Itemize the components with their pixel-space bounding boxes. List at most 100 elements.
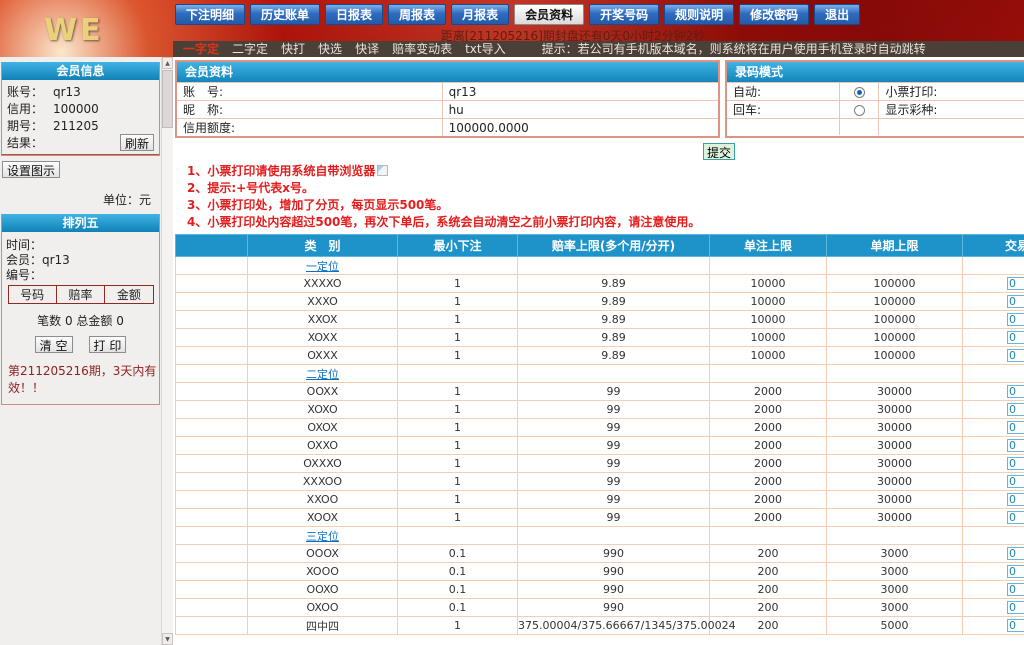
submenu-item[interactable]: 一字定 [183, 41, 219, 57]
odds-row: XOOO0.19902003000 [176, 563, 1024, 581]
odds-bet-limit: 2000 [710, 491, 827, 509]
odds-max-odds: 9.89 [518, 347, 710, 365]
odds-row: OXOO0.19902003000 [176, 599, 1024, 617]
top-nav-button[interactable]: 周报表 [388, 4, 446, 25]
submenu-item[interactable]: 快译 [355, 41, 379, 57]
rebate-input[interactable] [1007, 565, 1024, 578]
scroll-down-icon[interactable]: ▼ [162, 633, 173, 645]
profile-value: qr13 [442, 83, 718, 101]
rebate-input[interactable] [1007, 385, 1024, 398]
submenu-item[interactable]: 快打 [281, 41, 305, 57]
sidebar-scrollbar[interactable]: ▲ ▼ [161, 57, 173, 645]
notice-line: 4、小票打印处内容超过500笔，再次下单后，系统会自动清空之前小票打印内容，请注… [187, 214, 1024, 231]
rebate-input[interactable] [1007, 493, 1024, 506]
odds-category: OXXO [248, 437, 398, 455]
odds-category: OOXO [248, 581, 398, 599]
submenu-item[interactable]: 赔率变动表 [392, 41, 452, 57]
top-nav-button[interactable]: 开奖号码 [589, 4, 659, 25]
odds-group-cell: 二定位 [248, 365, 398, 383]
submenu-item[interactable]: txt导入 [465, 41, 506, 57]
top-nav-button[interactable]: 退出 [814, 4, 860, 25]
odds-bet-limit: 200 [710, 581, 827, 599]
odds-empty-cell [176, 527, 248, 545]
odds-group-link[interactable]: 三定位 [306, 530, 339, 543]
odds-header-cell: 最小下注 [398, 235, 518, 257]
odds-empty-cell [827, 365, 963, 383]
clear-button[interactable]: 清 空 [35, 336, 73, 353]
odds-row: XOXO199200030000 [176, 401, 1024, 419]
top-nav-button[interactable]: 规则说明 [664, 4, 734, 25]
top-nav-button[interactable]: 会员资料 [514, 4, 584, 25]
odds-empty-cell [398, 527, 518, 545]
top-nav-button[interactable]: 下注明细 [175, 4, 245, 25]
odds-header-blank [176, 235, 248, 257]
odds-empty-cell [176, 347, 248, 365]
top-nav-button[interactable]: 历史账单 [250, 4, 320, 25]
odds-group-link[interactable]: 二定位 [306, 368, 339, 381]
odds-max-odds: 99 [518, 437, 710, 455]
rebate-input[interactable] [1007, 601, 1024, 614]
rebate-input[interactable] [1007, 403, 1024, 416]
top-nav-button[interactable]: 修改密码 [739, 4, 809, 25]
top-banner: WE 下注明细历史账单日报表周报表月报表会员资料开奖号码规则说明修改密码退出 距… [0, 0, 1024, 57]
bet-summary: 笔数 0 总金额 0 [2, 312, 159, 329]
rebate-input[interactable] [1007, 457, 1024, 470]
top-nav-button[interactable]: 月报表 [451, 4, 509, 25]
odds-bet-limit: 2000 [710, 437, 827, 455]
odds-bet-limit: 2000 [710, 383, 827, 401]
member-info-row: 结果：刷新 [2, 134, 159, 151]
notices: 1、小票打印请使用系统自带浏览器2、提示:+号代表x号。3、小票打印处，增加了分… [187, 163, 1024, 231]
rebate-input[interactable] [1007, 313, 1024, 326]
bet-slip-panel: 排列五 时间： 会员：qr13 编号： 号码 赔率 金额 笔数 0 总金额 0 … [1, 214, 160, 405]
odds-row: 四中四1375.00004/375.66667/1345/375.0002420… [176, 617, 1024, 635]
odds-empty-cell [827, 527, 963, 545]
odds-period-limit: 30000 [827, 491, 963, 509]
odds-min-bet: 1 [398, 329, 518, 347]
print-button[interactable]: 打 印 [89, 336, 127, 353]
odds-min-bet: 1 [398, 311, 518, 329]
rebate-input[interactable] [1007, 331, 1024, 344]
rebate-input[interactable] [1007, 295, 1024, 308]
rebate-input[interactable] [1007, 583, 1024, 596]
rebate-input[interactable] [1007, 277, 1024, 290]
unit-label: 单位：元 [0, 191, 161, 208]
scrollbar-thumb[interactable] [162, 70, 173, 128]
scroll-up-icon[interactable]: ▲ [162, 57, 173, 69]
odds-rebate-cell [963, 599, 1024, 617]
odds-rebate-cell [963, 401, 1024, 419]
odds-empty-cell [176, 473, 248, 491]
settings-button[interactable]: 设置图示 [2, 161, 60, 178]
broken-image-icon [377, 165, 388, 176]
radio-button[interactable] [854, 87, 865, 98]
odds-max-odds: 990 [518, 563, 710, 581]
odds-group-link[interactable]: 一定位 [306, 260, 339, 273]
rebate-input[interactable] [1007, 475, 1024, 488]
member-profile-table: 账 号:qr13昵 称:hu信用额度:100000.0000 [177, 82, 718, 136]
rebate-input[interactable] [1007, 439, 1024, 452]
rebate-input[interactable] [1007, 511, 1024, 524]
odds-period-limit: 100000 [827, 293, 963, 311]
rebate-input[interactable] [1007, 619, 1024, 632]
rebate-input[interactable] [1007, 421, 1024, 434]
mode-empty-cell [879, 119, 1024, 135]
odds-empty-cell [176, 617, 248, 635]
odds-max-odds: 9.89 [518, 311, 710, 329]
odds-bet-limit: 10000 [710, 311, 827, 329]
submit-button[interactable]: 提交 [703, 143, 735, 160]
odds-max-odds: 375.00004/375.66667/1345/375.00024 [518, 617, 710, 635]
top-nav-button[interactable]: 日报表 [325, 4, 383, 25]
notice-text: 1、小票打印请使用系统自带浏览器 [187, 164, 375, 178]
profile-label: 账 号: [177, 83, 442, 101]
submenu-item[interactable]: 二字定 [232, 41, 268, 57]
refresh-button[interactable]: 刷新 [120, 134, 154, 151]
profile-row: 昵 称:hu [177, 101, 718, 119]
odds-header-cell: 单注上限 [710, 235, 827, 257]
rebate-input[interactable] [1007, 349, 1024, 362]
member-profile-title: 会员资料 [177, 62, 718, 82]
odds-row: OXOX199200030000 [176, 419, 1024, 437]
rebate-input[interactable] [1007, 547, 1024, 560]
mode-empty-cell [840, 119, 879, 135]
submenu-item[interactable]: 快选 [318, 41, 342, 57]
odds-min-bet: 1 [398, 617, 518, 635]
radio-button[interactable] [854, 105, 865, 116]
